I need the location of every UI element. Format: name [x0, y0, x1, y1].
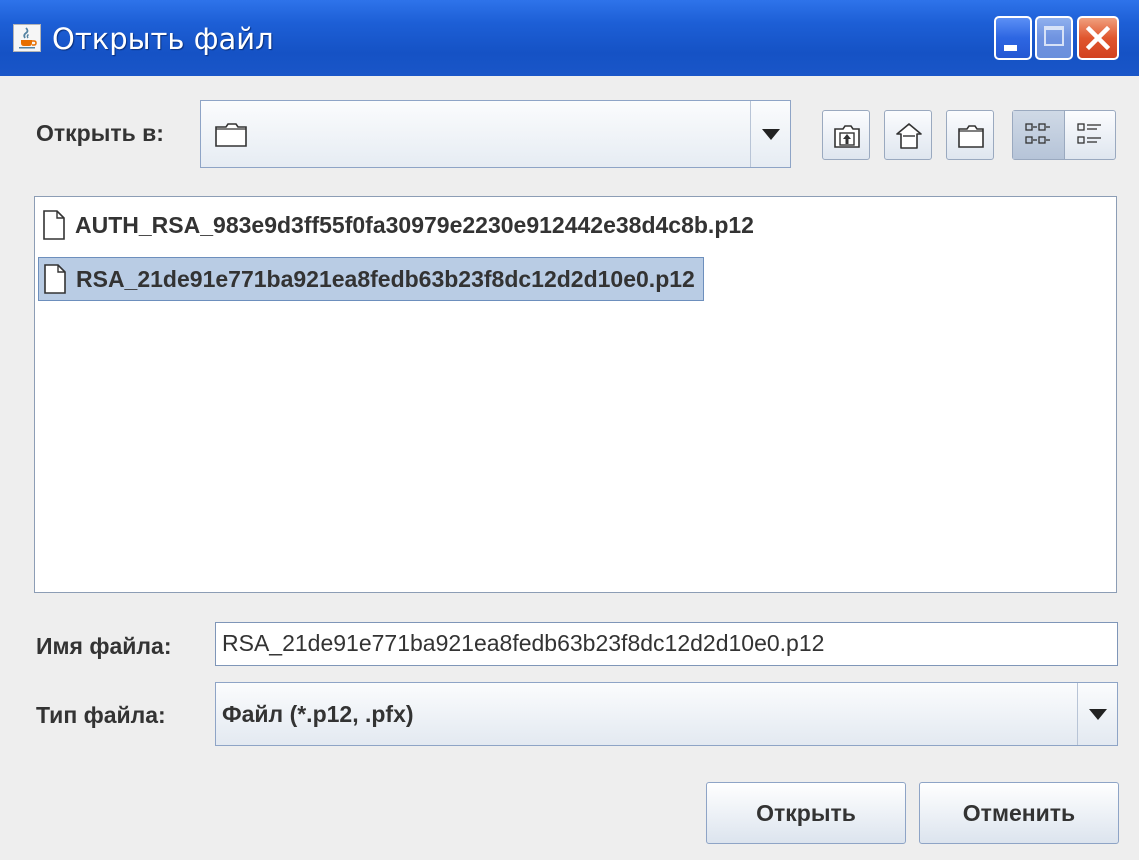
details-view-button[interactable] [1065, 111, 1115, 159]
file-name-label: Имя файла: [36, 633, 172, 659]
file-name-input[interactable]: RSA_21de91e771ba921ea8fedb63b23f8dc12d2d… [215, 622, 1118, 666]
java-cup-icon [13, 24, 41, 52]
file-list[interactable]: AUTH_RSA_983e9d3ff55f0fa30979e2230e91244… [34, 196, 1117, 593]
chevron-down-icon[interactable] [750, 101, 790, 167]
look-in-label: Открыть в: [36, 120, 164, 146]
details-view-icon [1077, 123, 1101, 144]
folder-icon [215, 123, 247, 152]
close-icon[interactable] [1077, 16, 1119, 60]
cancel-button[interactable]: Отменить [919, 782, 1119, 844]
home-icon [896, 123, 922, 149]
file-type-label: Тип файла: [36, 702, 166, 728]
up-folder-icon [834, 125, 860, 148]
chevron-down-icon[interactable] [1077, 683, 1117, 745]
up-folder-button[interactable] [822, 110, 870, 160]
list-view-button[interactable] [1013, 111, 1065, 159]
view-toggle-group [1012, 110, 1116, 160]
new-folder-icon [958, 125, 984, 148]
home-button[interactable] [884, 110, 932, 160]
list-item[interactable]: AUTH_RSA_983e9d3ff55f0fa30979e2230e91244… [38, 203, 762, 247]
title-bar[interactable]: Открыть файл [0, 0, 1139, 76]
file-type-value: Файл (*.p12, .pfx) [222, 701, 414, 727]
file-icon [44, 264, 66, 294]
window-title: Открыть файл [52, 22, 274, 56]
file-type-combo[interactable]: Файл (*.p12, .pfx) [215, 682, 1118, 746]
list-item-selected[interactable]: RSA_21de91e771ba921ea8fedb63b23f8dc12d2d… [38, 257, 704, 301]
maximize-icon[interactable] [1035, 16, 1073, 60]
file-name: RSA_21de91e771ba921ea8fedb63b23f8dc12d2d… [76, 265, 695, 292]
open-button[interactable]: Открыть [706, 782, 906, 844]
open-file-dialog: Открыть файл Открыть в: AUTH_RSA_983e9d3… [0, 0, 1139, 860]
file-icon [43, 210, 65, 240]
look-in-combo[interactable] [200, 100, 791, 168]
file-name: AUTH_RSA_983e9d3ff55f0fa30979e2230e91244… [75, 211, 754, 238]
minimize-icon[interactable] [994, 16, 1032, 60]
list-view-icon [1025, 123, 1050, 144]
new-folder-button[interactable] [946, 110, 994, 160]
